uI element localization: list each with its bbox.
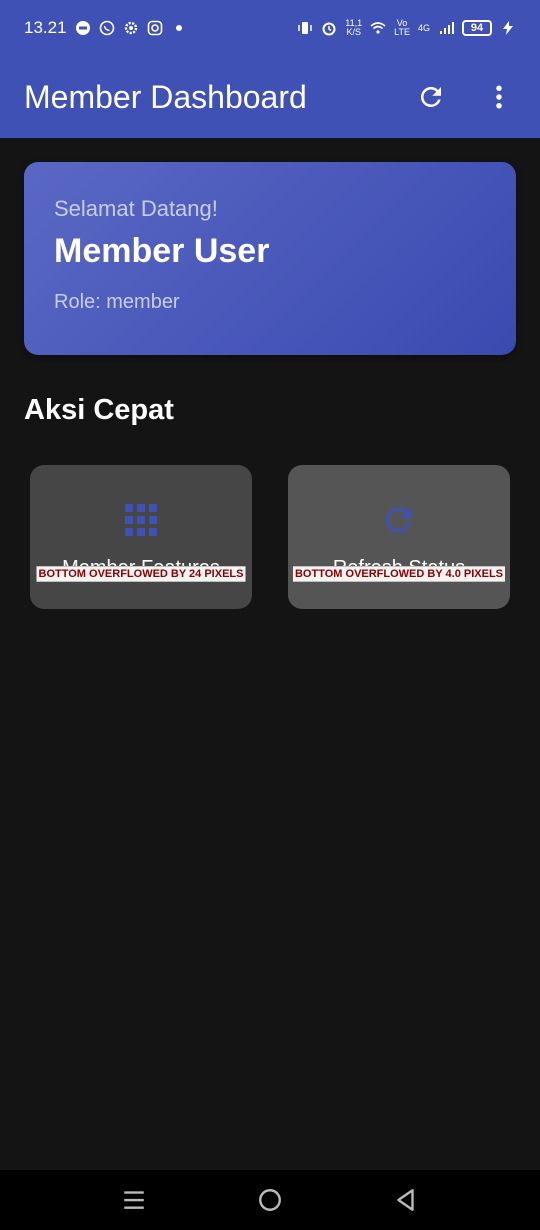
- member-features-card[interactable]: Member Features BOTTOM OVERFLOWED BY 24 …: [30, 465, 252, 609]
- app-bar: Member Dashboard: [0, 56, 540, 138]
- system-nav-bar: [0, 1170, 540, 1230]
- menu-icon: [124, 1191, 144, 1209]
- welcome-card: Selamat Datang! Member User Role: member: [24, 162, 516, 355]
- apps-grid-icon: [122, 501, 160, 539]
- more-options-button[interactable]: [482, 80, 516, 114]
- alarm-icon: [321, 20, 337, 36]
- welcome-greeting: Selamat Datang!: [54, 196, 218, 221]
- home-circle-icon: [259, 1189, 281, 1211]
- battery-indicator: 94: [462, 20, 492, 36]
- instagram-icon: [147, 20, 163, 36]
- status-time: 13.21: [24, 18, 67, 37]
- recent-apps-button[interactable]: [116, 1182, 152, 1218]
- refresh-icon: [420, 86, 441, 107]
- more-vert-icon: [496, 85, 502, 109]
- messenger-icon: [75, 20, 91, 36]
- overflow-warning: BOTTOM OVERFLOWED BY 4.0 PIXELS: [292, 566, 506, 582]
- wifi-icon: [370, 20, 386, 36]
- status-left: 13.21: [24, 18, 187, 38]
- page-title: Member Dashboard: [24, 78, 307, 115]
- vibrate-icon: [297, 20, 313, 36]
- net-speed: 11,1 K/S: [345, 19, 362, 37]
- quick-actions-title: Aksi Cepat: [24, 394, 174, 426]
- net-speed-unit: K/S: [346, 27, 361, 37]
- member-name: Member User: [54, 232, 270, 270]
- refresh-button[interactable]: [414, 80, 448, 114]
- whatsapp-icon: [99, 20, 115, 36]
- refresh-status-card[interactable]: Refresh Status BOTTOM OVERFLOWED BY 4.0 …: [288, 465, 510, 609]
- status-right: 11,1 K/S Vo LTE 4G 94: [297, 19, 516, 37]
- app-bar-actions: [414, 80, 516, 114]
- signal-icon: [438, 20, 454, 36]
- status-bar: 13.21 11,1 K/S Vo LTE 4G 94: [0, 0, 540, 56]
- refresh-icon: [380, 501, 418, 539]
- network-type: 4G: [417, 22, 430, 33]
- charging-bolt-icon: [500, 20, 516, 36]
- volte-indicator: Vo LTE: [394, 19, 410, 37]
- overflow-warning: BOTTOM OVERFLOWED BY 24 PIXELS: [36, 566, 246, 582]
- dot-icon: [171, 20, 187, 36]
- volte-bottom: LTE: [394, 27, 410, 37]
- settings-gear-icon: [123, 20, 139, 36]
- member-role: Role: member: [54, 291, 180, 313]
- back-button[interactable]: [388, 1182, 424, 1218]
- back-triangle-icon: [397, 1189, 414, 1211]
- home-button[interactable]: [252, 1182, 288, 1218]
